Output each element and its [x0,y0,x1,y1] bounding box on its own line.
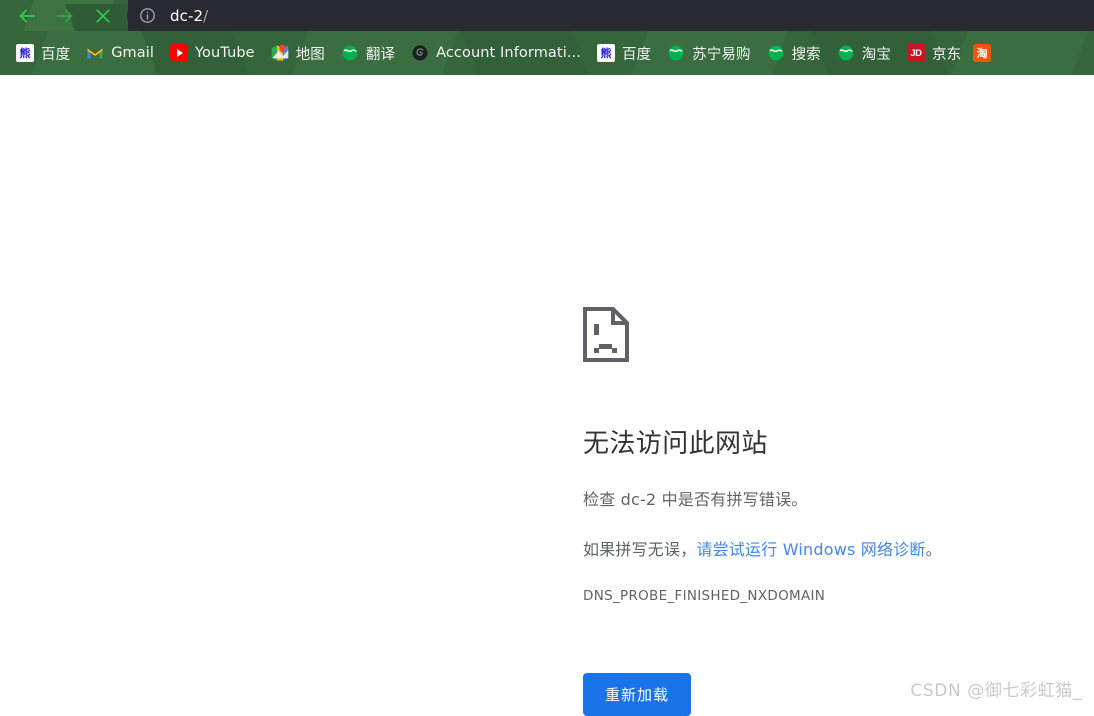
bookmark-item[interactable]: 地图 [263,39,333,67]
youtube-icon [170,44,189,62]
globe-icon [341,44,359,62]
bookmark-label: 淘宝 [861,46,891,63]
browser-toolbar: dc-2/ [0,0,1094,31]
url-text: dc-2/ [170,7,208,25]
error-line-2: 如果拼写无误，请尝试运行 Windows 网络诊断。 [583,538,1043,562]
back-button[interactable] [8,0,46,31]
browser-chrome: dc-2/ 熊百度 Gmail YouTube 地图 翻译 Account Informa… [0,0,1094,75]
navigation-buttons [0,0,122,31]
error-code: DNS_PROBE_FINISHED_NXDOMAIN [583,588,826,604]
globe-icon [767,44,785,62]
arrow-right-icon [54,5,76,27]
bookmark-item[interactable]: 淘宝 [829,39,899,67]
reload-button[interactable]: 重新加载 [583,673,692,716]
address-bar[interactable]: dc-2/ [127,2,1094,29]
bookmark-item[interactable]: 熊百度 [8,39,78,67]
error-line-2-suffix: 。 [925,540,942,559]
spiral-icon [411,44,429,62]
jd-icon: JD [906,44,925,62]
close-x-icon [93,6,113,26]
sad-page-icon [583,307,1043,367]
bookmark-label: YouTube [195,45,255,61]
page-content: 无法访问此网站 检查 dc-2 中是否有拼写错误。 如果拼写无误，请尝试运行 W… [0,75,1094,716]
bookmark-label: Account Informati... [436,45,581,61]
bookmark-item[interactable]: Account Informati... [403,39,589,67]
url-host: dc-2 [170,6,204,25]
info-circle-icon[interactable] [139,7,156,24]
csdn-watermark: CSDN @御七彩虹猫_ [910,681,1082,701]
bookmark-item[interactable]: Gmail [78,39,162,67]
network-diagnostics-link[interactable]: 请尝试运行 Windows 网络诊断 [696,540,925,559]
bookmark-label: 京东 [931,46,962,63]
error-line-1: 检查 dc-2 中是否有拼写错误。 [583,490,808,509]
taobao-icon: 淘 [973,44,992,62]
bookmark-item[interactable]: YouTube [162,39,263,67]
stop-loading-button[interactable] [84,0,122,31]
error-title: 无法访问此网站 [583,429,768,459]
globe-icon [667,44,685,62]
bookmark-label: 苏宁易购 [692,46,751,63]
bookmark-label: 地图 [295,46,325,63]
bookmark-label: 翻译 [365,46,396,63]
bookmark-item[interactable]: 翻译 [333,39,403,67]
baidu-icon: 熊 [596,44,615,62]
bookmark-label: 搜索 [791,46,821,63]
gmail-icon [86,44,104,62]
google-maps-icon [271,44,289,62]
bookmark-label: Gmail [111,45,155,61]
bookmark-label: 百度 [41,46,71,63]
bookmark-item[interactable]: 淘 [969,39,995,67]
bookmark-item[interactable]: 搜索 [759,39,829,67]
bookmark-item[interactable]: 苏宁易购 [659,39,758,67]
baidu-icon: 熊 [16,44,34,62]
bookmark-label: 百度 [621,46,652,63]
error-line-2-prefix: 如果拼写无误， [583,540,697,559]
bookmark-item[interactable]: 熊百度 [589,39,659,67]
url-path: / [203,6,209,25]
bookmarks-bar: 熊百度 Gmail YouTube 地图 翻译 Account Informati... 熊… [0,31,1094,75]
error-container: 无法访问此网站 检查 dc-2 中是否有拼写错误。 如果拼写无误，请尝试运行 W… [583,307,1043,716]
globe-icon [837,44,855,62]
bookmark-item[interactable]: JD 京东 [899,39,969,67]
arrow-left-icon [16,5,38,27]
forward-button[interactable] [46,0,84,31]
